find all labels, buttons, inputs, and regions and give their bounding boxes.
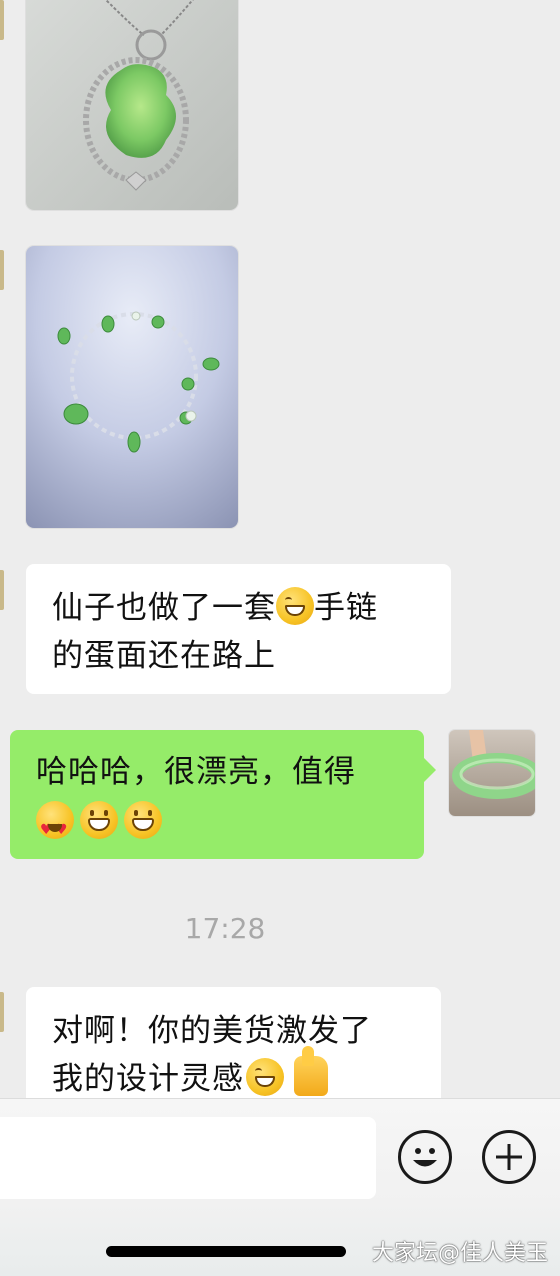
bracelet-photo-message[interactable] <box>26 246 238 528</box>
heart-eyes-emoji-icon <box>36 801 74 854</box>
message-text: 仙子也做了一套 <box>52 590 276 626</box>
plus-circle-icon <box>496 1144 522 1170</box>
message-timestamp: 17:28 <box>184 912 266 945</box>
jade-pendant-image <box>26 0 238 210</box>
grinning-smile-emoji-icon <box>246 1058 284 1096</box>
grin-emoji-icon <box>124 801 162 839</box>
message-text: 对啊！你的美货激发了 <box>52 1013 372 1049</box>
jade-bangle-avatar-image <box>449 730 535 816</box>
incoming-message-bubble[interactable]: 仙子也做了一套 手链 的蛋面还在路上 <box>26 564 451 694</box>
self-avatar[interactable] <box>449 730 535 816</box>
pendant-photo-message[interactable] <box>26 0 238 210</box>
grin-emoji-icon <box>80 801 118 839</box>
sender-avatar-edge[interactable] <box>0 992 4 1032</box>
emoji-face-icon <box>413 1148 437 1167</box>
message-input-field[interactable] <box>0 1117 376 1199</box>
sender-avatar-edge[interactable] <box>0 570 4 610</box>
sender-avatar-edge[interactable] <box>0 0 4 40</box>
emoji-button[interactable] <box>398 1130 452 1184</box>
watermark-text: 大家坛@佳人美玉 <box>371 1241 548 1266</box>
message-text: 手链 <box>314 590 378 626</box>
bubble-tail-icon <box>424 758 436 782</box>
message-text: 的蛋面还在路上 <box>52 638 276 674</box>
message-text: 我的设计灵感 <box>52 1061 244 1097</box>
plus-button[interactable] <box>482 1130 536 1184</box>
home-indicator[interactable] <box>106 1246 346 1257</box>
sender-avatar-edge[interactable] <box>0 250 4 290</box>
thumbs-up-emoji-icon <box>294 1046 328 1096</box>
jade-bracelet-image <box>26 246 238 528</box>
outgoing-message-bubble[interactable]: 哈哈哈，很漂亮，值得 <box>10 730 424 859</box>
grinning-smile-emoji-icon <box>276 587 314 625</box>
message-text: 哈哈哈，很漂亮，值得 <box>36 754 356 790</box>
